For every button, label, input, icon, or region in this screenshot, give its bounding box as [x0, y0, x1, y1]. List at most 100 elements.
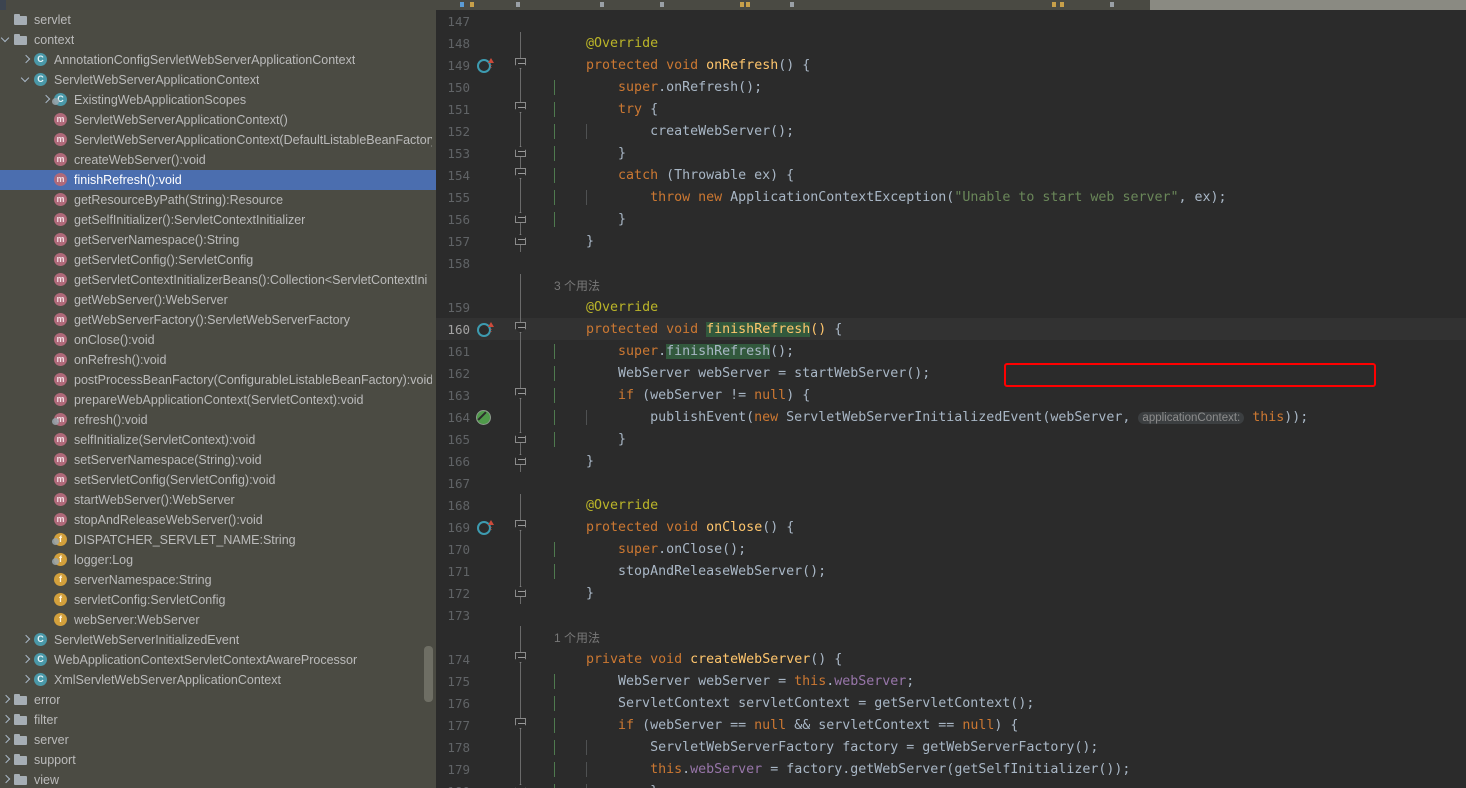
code-text[interactable]: publishEvent(new ServletWebServerInitial… — [534, 409, 1466, 425]
code-line[interactable]: 149 protected void onRefresh() { — [436, 54, 1466, 76]
code-line[interactable]: 150 super.onRefresh(); — [436, 76, 1466, 98]
code-line[interactable]: 179 this.webServer = factory.getWebServe… — [436, 758, 1466, 780]
chevron-right-icon[interactable] — [0, 710, 13, 730]
structure-scrollbar-thumb[interactable] — [424, 646, 433, 702]
structure-panel[interactable]: servlet context AnnotationConfigServletWeb… — [0, 10, 436, 788]
tree-item[interactable]: ServletWebServerApplicationContext(Defau… — [0, 130, 436, 150]
chevron-right-icon[interactable] — [0, 770, 13, 788]
code-text[interactable]: createWebServer(); — [534, 123, 1466, 139]
tree-item[interactable]: server — [0, 730, 436, 750]
code-line[interactable]: 155 throw new ApplicationContextExceptio… — [436, 186, 1466, 208]
tree-item[interactable]: refresh():void — [0, 410, 436, 430]
code-text[interactable]: super.onClose(); — [534, 541, 1466, 557]
code-text[interactable]: } — [534, 431, 1466, 447]
code-line[interactable]: 1 个用法 — [436, 626, 1466, 648]
tree-item[interactable]: setServletConfig(ServletConfig):void — [0, 470, 436, 490]
tree-item[interactable]: prepareWebApplicationContext(ServletCont… — [0, 390, 436, 410]
code-line[interactable]: 173 — [436, 604, 1466, 626]
code-line[interactable]: 147 — [436, 10, 1466, 32]
tree-item[interactable]: stopAndReleaseWebServer():void — [0, 510, 436, 530]
fold-toggle-icon[interactable] — [508, 516, 534, 538]
fold-toggle-icon[interactable] — [508, 780, 534, 788]
code-text[interactable]: protected void onRefresh() { — [534, 58, 1466, 73]
fold-marker[interactable] — [515, 146, 526, 157]
fold-toggle-icon[interactable] — [508, 230, 534, 252]
structure-tree[interactable]: servlet context AnnotationConfigServletWeb… — [0, 10, 436, 788]
tree-item[interactable]: finishRefresh():void — [0, 170, 436, 190]
code-text[interactable]: super.finishRefresh(); — [534, 343, 1466, 359]
tree-item[interactable]: view — [0, 770, 436, 788]
usage-inlay-hint[interactable]: 1 个用法 — [554, 631, 600, 645]
toolbar-strip-cutoff[interactable] — [0, 0, 1466, 10]
editor-scrollbar[interactable] — [1454, 10, 1466, 788]
tree-item[interactable]: support — [0, 750, 436, 770]
code-line[interactable]: 153 } — [436, 142, 1466, 164]
code-line[interactable]: 165 } — [436, 428, 1466, 450]
code-text[interactable]: catch (Throwable ex) { — [534, 167, 1466, 183]
code-text[interactable]: @Override — [534, 498, 1466, 513]
code-line[interactable]: 167 — [436, 472, 1466, 494]
bean-icon[interactable] — [472, 406, 508, 428]
code-line[interactable]: 168 @Override — [436, 494, 1466, 516]
tree-item[interactable]: AnnotationConfigServletWebServerApplicat… — [0, 50, 436, 70]
code-text[interactable]: if (webServer != null) { — [534, 387, 1466, 403]
code-line[interactable]: 171 stopAndReleaseWebServer(); — [436, 560, 1466, 582]
code-text[interactable]: ServletWebServerFactory factory = getWeb… — [534, 739, 1466, 755]
tree-item[interactable]: getServerNamespace():String — [0, 230, 436, 250]
fold-toggle-icon[interactable] — [508, 714, 534, 736]
code-line[interactable]: 162 WebServer webServer = startWebServer… — [436, 362, 1466, 384]
code-text[interactable]: stopAndReleaseWebServer(); — [534, 563, 1466, 579]
tree-item[interactable]: filter — [0, 710, 436, 730]
chevron-down-icon[interactable] — [20, 70, 33, 90]
code-text[interactable]: try { — [534, 101, 1466, 117]
fold-toggle-icon[interactable] — [508, 98, 534, 120]
chevron-right-icon[interactable] — [0, 730, 13, 750]
code-line[interactable]: 161 super.finishRefresh(); — [436, 340, 1466, 362]
code-editor[interactable]: 147 148 @Override 149 protected void onRef… — [436, 10, 1466, 788]
tree-item[interactable]: XmlServletWebServerApplicationContext — [0, 670, 436, 690]
tree-item[interactable]: getWebServer():WebServer — [0, 290, 436, 310]
code-line[interactable]: 172 } — [436, 582, 1466, 604]
code-text[interactable]: } — [534, 145, 1466, 161]
tree-item[interactable]: setServerNamespace(String):void — [0, 450, 436, 470]
tree-item[interactable]: DISPATCHER_SERVLET_NAME:String — [0, 530, 436, 550]
tree-item[interactable]: getResourceByPath(String):Resource — [0, 190, 436, 210]
code-line[interactable]: 177 if (webServer == null && servletCont… — [436, 714, 1466, 736]
fold-toggle-icon[interactable] — [508, 428, 534, 450]
tree-item[interactable]: ServletWebServerApplicationContext() — [0, 110, 436, 130]
code-line[interactable]: 151 try { — [436, 98, 1466, 120]
usage-inlay-hint[interactable]: 3 个用法 — [554, 279, 600, 293]
code-text[interactable]: } — [534, 211, 1466, 227]
fold-toggle-icon[interactable] — [508, 318, 534, 340]
tree-item[interactable]: getWebServerFactory():ServletWebServerFa… — [0, 310, 436, 330]
code-text[interactable]: 1 个用法 — [534, 629, 1466, 646]
chevron-right-icon[interactable] — [20, 630, 33, 650]
fold-marker[interactable] — [515, 58, 526, 69]
tree-item[interactable]: getSelfInitializer():ServletContextIniti… — [0, 210, 436, 230]
tree-item[interactable]: logger:Log — [0, 550, 436, 570]
fold-toggle-icon[interactable] — [508, 164, 534, 186]
fold-marker[interactable] — [515, 322, 526, 333]
tree-item[interactable]: ServletWebServerInitializedEvent — [0, 630, 436, 650]
code-text[interactable]: } — [534, 783, 1466, 788]
code-line[interactable]: 170 super.onClose(); — [436, 538, 1466, 560]
fold-marker[interactable] — [515, 234, 526, 245]
code-line[interactable]: 175 WebServer webServer = this.webServer… — [436, 670, 1466, 692]
chevron-right-icon[interactable] — [0, 750, 13, 770]
code-text[interactable]: WebServer webServer = this.webServer; — [534, 673, 1466, 689]
fold-toggle-icon[interactable] — [508, 54, 534, 76]
tree-item[interactable]: servletConfig:ServletConfig — [0, 590, 436, 610]
tree-item[interactable]: ExistingWebApplicationScopes — [0, 90, 436, 110]
editor-lines[interactable]: 147 148 @Override 149 protected void onRef… — [436, 10, 1466, 788]
code-line[interactable]: 164 publishEvent(new ServletWebServerIni… — [436, 406, 1466, 428]
code-text[interactable]: 3 个用法 — [534, 277, 1466, 294]
code-text[interactable]: WebServer webServer = startWebServer(); — [534, 365, 1466, 381]
fold-marker[interactable] — [515, 168, 526, 179]
tree-item[interactable]: postProcessBeanFactory(ConfigurableLista… — [0, 370, 436, 390]
code-text[interactable]: @Override — [534, 300, 1466, 315]
fold-toggle-icon[interactable] — [508, 142, 534, 164]
fold-toggle-icon[interactable] — [508, 208, 534, 230]
tree-item[interactable]: onRefresh():void — [0, 350, 436, 370]
tree-item[interactable]: context — [0, 30, 436, 50]
chevron-right-icon[interactable] — [20, 670, 33, 690]
